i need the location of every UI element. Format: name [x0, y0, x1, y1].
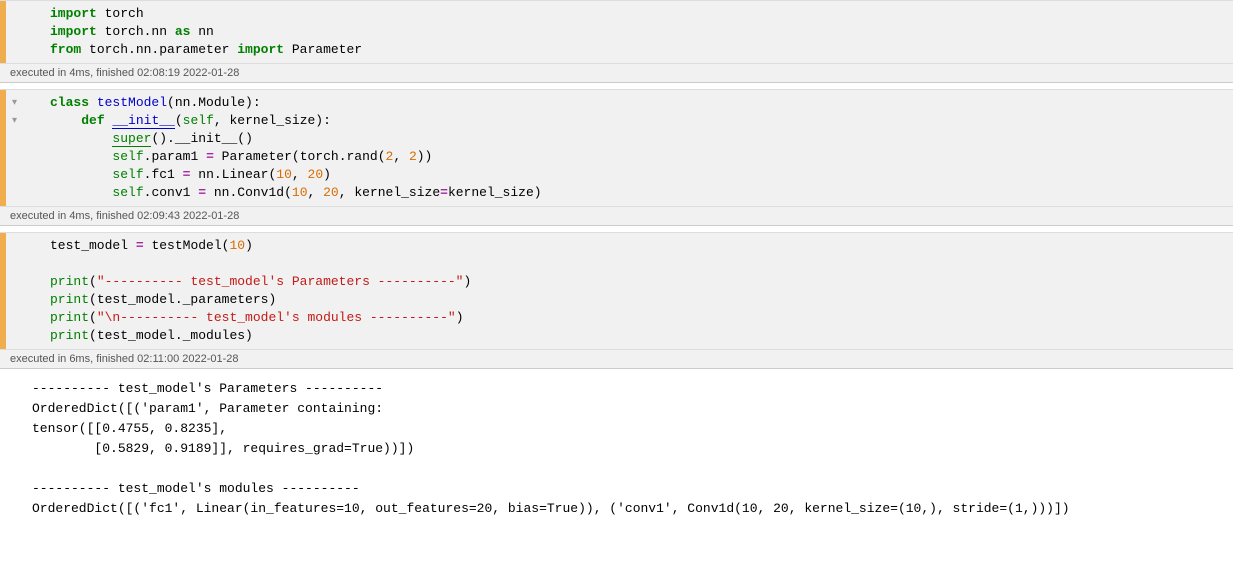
fold-column[interactable]: ▾ ▾ [6, 90, 34, 206]
function-name: __init__ [112, 113, 174, 129]
builtin: super [112, 131, 151, 147]
code-editor[interactable]: import torch import torch.nn as nn from … [34, 1, 1233, 63]
number: 10 [276, 167, 292, 182]
code-text: test_model [50, 238, 136, 253]
code-text: nn [190, 24, 213, 39]
self-param: self [112, 167, 143, 182]
code-text: ) [456, 310, 464, 325]
code-text [50, 167, 112, 182]
code-text: , [292, 167, 308, 182]
code-text: , kernel_size): [214, 113, 331, 128]
code-editor[interactable]: class testModel(nn.Module): def __init__… [34, 90, 1233, 206]
cell-output: ---------- test_model's Parameters -----… [0, 369, 1233, 529]
code-text: , [308, 185, 324, 200]
keyword: import [50, 24, 97, 39]
code-text: torch [97, 6, 144, 21]
keyword: as [175, 24, 191, 39]
fold-column[interactable] [6, 1, 34, 63]
fold-column[interactable] [6, 233, 34, 349]
code-text: (test_model._parameters) [89, 292, 276, 307]
code-text: nn.Conv1d( [206, 185, 292, 200]
operator: = [440, 185, 448, 200]
code-text [50, 131, 112, 146]
builtin-print: print [50, 310, 89, 325]
number: 20 [308, 167, 324, 182]
keyword: class [50, 95, 89, 110]
code-text [50, 185, 112, 200]
builtin-print: print [50, 328, 89, 343]
code-text: ) [323, 167, 331, 182]
keyword: import [237, 42, 284, 57]
number: 10 [229, 238, 245, 253]
string-literal: "\n---------- test_model's modules -----… [97, 310, 456, 325]
code-text: ( [175, 113, 183, 128]
code-editor[interactable]: test_model = testModel(10) print("------… [34, 233, 1233, 349]
self-param: self [112, 185, 143, 200]
code-text: .fc1 [144, 167, 183, 182]
code-text [50, 113, 81, 128]
code-text: nn.Linear( [190, 167, 276, 182]
operator: = [198, 185, 206, 200]
code-text: torch.nn.parameter [81, 42, 237, 57]
self-param: self [183, 113, 214, 128]
self-param: self [112, 149, 143, 164]
code-text [89, 95, 97, 110]
code-text: () [237, 131, 253, 146]
code-cell[interactable]: ▾ ▾ class testModel(nn.Module): def __in… [0, 89, 1233, 207]
string-literal: "---------- test_model's Parameters ----… [97, 274, 464, 289]
code-cell[interactable]: test_model = testModel(10) print("------… [0, 232, 1233, 350]
class-name: testModel [97, 95, 167, 110]
keyword: from [50, 42, 81, 57]
code-text: , [393, 149, 409, 164]
code-text: Parameter(torch.rand( [214, 149, 386, 164]
code-text: ) [245, 238, 253, 253]
operator: = [206, 149, 214, 164]
code-text: )) [417, 149, 433, 164]
code-text: ) [464, 274, 472, 289]
number: 10 [292, 185, 308, 200]
code-text: Parameter [284, 42, 362, 57]
execution-status: executed in 4ms, finished 02:08:19 2022-… [0, 64, 1233, 83]
number: 20 [323, 185, 339, 200]
builtin-print: print [50, 292, 89, 307]
code-text: .conv1 [144, 185, 199, 200]
method-name: __init__ [175, 131, 237, 146]
builtin-print: print [50, 274, 89, 289]
execution-status: executed in 6ms, finished 02:11:00 2022-… [0, 350, 1233, 369]
code-cell[interactable]: import torch import torch.nn as nn from … [0, 0, 1233, 64]
code-text: testModel( [144, 238, 230, 253]
execution-status: executed in 4ms, finished 02:09:43 2022-… [0, 207, 1233, 226]
keyword: import [50, 6, 97, 21]
code-text: (). [151, 131, 174, 146]
code-text: ( [89, 274, 97, 289]
code-text: .param1 [144, 149, 206, 164]
code-text [50, 149, 112, 164]
code-text: ( [89, 310, 97, 325]
keyword: def [81, 113, 104, 128]
code-text: (nn.Module): [167, 95, 261, 110]
number: 2 [409, 149, 417, 164]
code-text: , kernel_size [339, 185, 440, 200]
code-text: torch.nn [97, 24, 175, 39]
operator: = [136, 238, 144, 253]
code-text: (test_model._modules) [89, 328, 253, 343]
code-text: kernel_size) [448, 185, 542, 200]
